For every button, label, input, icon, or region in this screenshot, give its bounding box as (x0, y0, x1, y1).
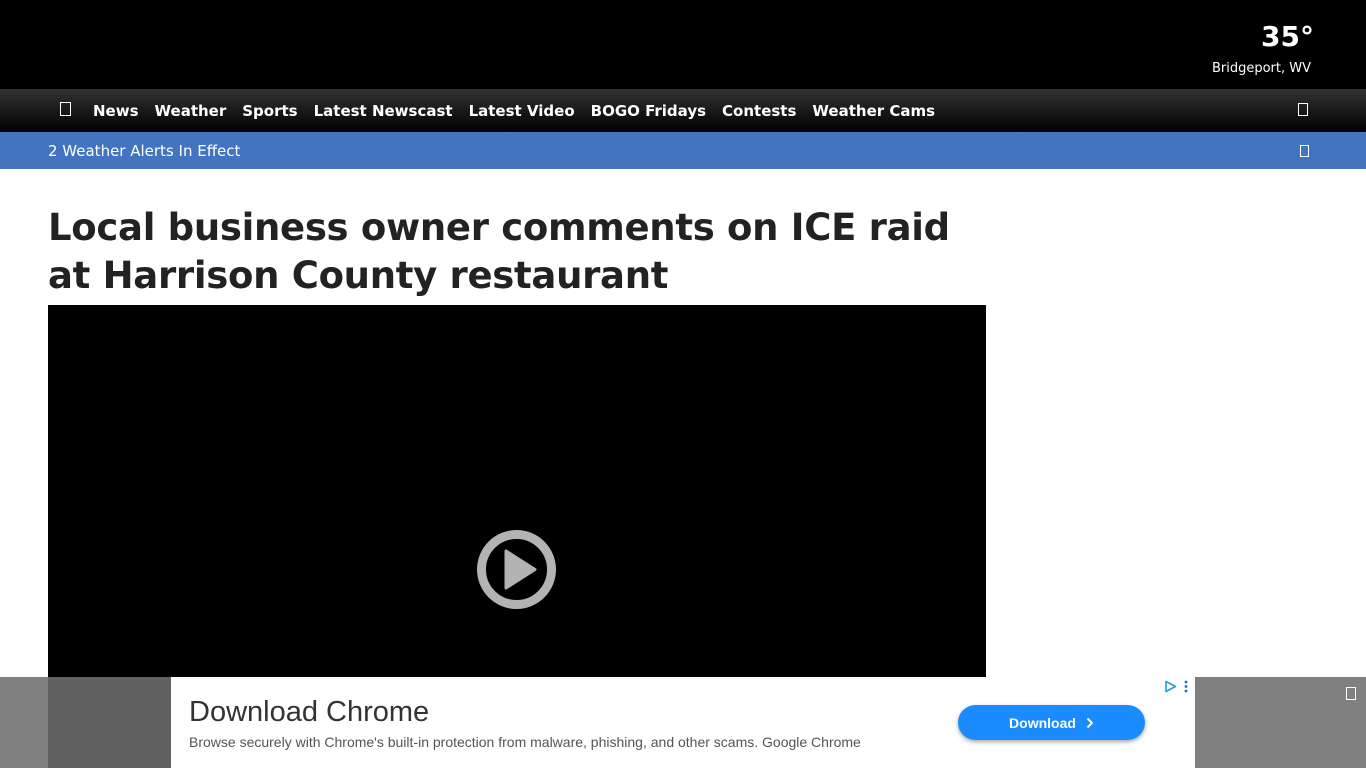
adchoices-icon[interactable] (1164, 680, 1177, 693)
nav-item-sports[interactable]: Sports (234, 102, 305, 120)
weather-location[interactable]: Bridgeport, WV (1212, 61, 1311, 77)
top-header: 35° Bridgeport, WV (0, 0, 1366, 89)
nav-item-latest-video[interactable]: Latest Video (461, 102, 583, 120)
search-icon[interactable] (1298, 103, 1308, 116)
play-icon[interactable] (476, 529, 557, 610)
main-nav: News Weather Sports Latest Newscast Late… (0, 89, 1366, 132)
ad-banner[interactable]: Download Chrome Browse securely with Chr… (171, 677, 1195, 768)
nav-item-weather[interactable]: Weather (147, 102, 235, 120)
nav-item-bogo-fridays[interactable]: BOGO Fridays (583, 102, 714, 120)
weather-alerts-bar[interactable]: 2 Weather Alerts In Effect (0, 132, 1366, 169)
nav-item-news[interactable]: News (85, 102, 147, 120)
nav-item-latest-newscast[interactable]: Latest Newscast (306, 102, 461, 120)
more-vertical-icon[interactable] (1183, 680, 1189, 693)
ad-description[interactable]: Browse securely with Chrome's built-in p… (189, 733, 861, 751)
ad-download-button[interactable]: Download (958, 705, 1145, 740)
weather-alerts-text[interactable]: 2 Weather Alerts In Effect (48, 142, 240, 160)
nav-item-weather-cams[interactable]: Weather Cams (804, 102, 943, 120)
home-icon[interactable] (60, 102, 71, 116)
ad-title[interactable]: Download Chrome (189, 695, 429, 729)
nav-items: News Weather Sports Latest Newscast Late… (85, 89, 943, 132)
chevron-right-icon (1086, 717, 1094, 728)
nav-item-contests[interactable]: Contests (714, 102, 804, 120)
article-headline: Local business owner comments on ICE rai… (48, 206, 950, 297)
chevron-down-icon[interactable] (1300, 145, 1309, 157)
ad-download-label: Download (1009, 714, 1076, 731)
close-icon[interactable] (1346, 687, 1356, 700)
current-temperature[interactable]: 35° (1261, 20, 1314, 54)
